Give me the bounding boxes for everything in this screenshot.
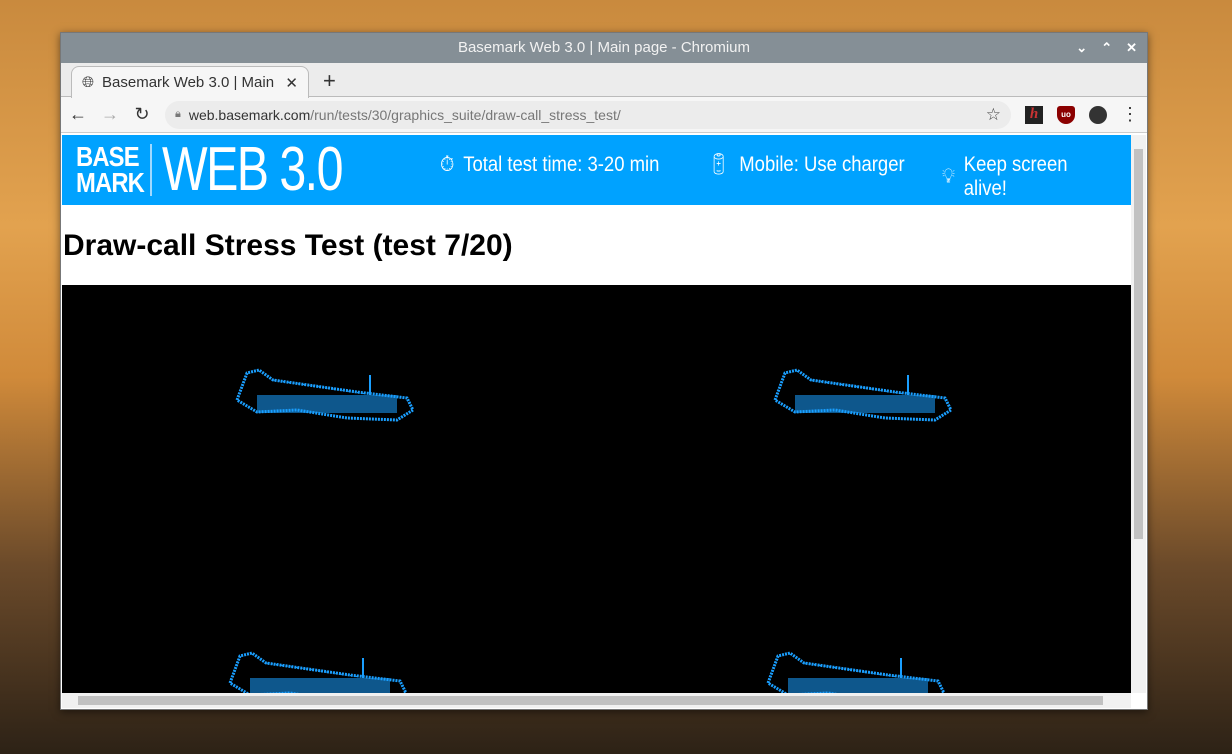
ublock-extension-icon[interactable]: uo: [1057, 105, 1075, 124]
battery-charging-icon: 🔋︎: [707, 153, 731, 176]
info-text: Total test time: 3-20 min: [463, 153, 660, 176]
title-bar: Basemark Web 3.0 | Main page - Chromium …: [61, 33, 1147, 63]
airplane-model: [766, 651, 946, 693]
window-title: Basemark Web 3.0 | Main page - Chromium: [457, 39, 751, 56]
lightbulb-icon: 💡︎: [942, 165, 955, 188]
bookmark-star-icon[interactable]: ☆: [986, 105, 1001, 125]
close-window-icon[interactable]: ✕: [1126, 33, 1137, 63]
info-text: Keep screen alive!: [963, 153, 1068, 200]
horizontal-scrollbar[interactable]: [62, 693, 1131, 708]
tab-title: Basemark Web 3.0 | Main page: [102, 74, 277, 91]
vertical-scrollbar[interactable]: [1131, 135, 1146, 693]
tab-strip: 🌐︎ Basemark Web 3.0 | Main page ✕ +: [61, 63, 1147, 98]
back-icon[interactable]: ←: [69, 104, 87, 125]
menu-icon[interactable]: ⋮: [1121, 104, 1139, 125]
browser-window: Basemark Web 3.0 | Main page - Chromium …: [60, 32, 1148, 710]
new-tab-button[interactable]: +: [323, 68, 336, 94]
address-bar[interactable]: 🔒︎ web.basemark.com/run/tests/30/graphic…: [165, 100, 1011, 129]
logo-text: MARK: [76, 167, 145, 198]
airplane-model: [773, 368, 953, 422]
hypothesis-extension-icon[interactable]: h: [1025, 105, 1043, 124]
basemark-logo: BASE MARK WEB 3.0: [76, 135, 393, 204]
reload-icon[interactable]: ↻: [133, 104, 151, 125]
info-screen: 💡︎ Keep screen alive!: [942, 153, 1108, 201]
url-path: /run/tests/30/graphics_suite/draw-call_s…: [310, 106, 621, 123]
page-content: BASE MARK WEB 3.0 ⏱︎ Total test time: 3-20…: [62, 135, 1131, 693]
maximize-icon[interactable]: ⌃: [1101, 33, 1112, 63]
lock-icon: 🔒︎: [175, 108, 181, 120]
stopwatch-icon: ⏱︎: [440, 153, 455, 176]
url-host: web.basemark.com: [188, 106, 311, 123]
forward-icon[interactable]: →: [101, 104, 119, 125]
profile-icon[interactable]: [1089, 105, 1107, 124]
minimize-icon[interactable]: ⌄: [1076, 33, 1087, 63]
page-title: Draw-call Stress Test (test 7/20): [63, 229, 513, 262]
tab-basemark[interactable]: 🌐︎ Basemark Web 3.0 | Main page ✕: [71, 66, 309, 98]
info-test-time: ⏱︎ Total test time: 3-20 min: [440, 153, 659, 177]
basemark-header: BASE MARK WEB 3.0 ⏱︎ Total test time: 3-20…: [62, 135, 1131, 205]
info-charger: 🔋︎ Mobile: Use charger: [707, 153, 905, 177]
airplane-model: [228, 651, 408, 693]
logo-product: WEB 3.0: [162, 135, 343, 204]
globe-icon: 🌐︎: [82, 74, 95, 91]
close-tab-icon[interactable]: ✕: [285, 74, 298, 92]
info-text: Mobile: Use charger: [739, 153, 905, 176]
toolbar: ← → ↻ 🔒︎ web.basemark.com/run/tests/30/g…: [61, 97, 1147, 133]
test-canvas: [62, 285, 1131, 693]
airplane-model: [235, 368, 415, 422]
